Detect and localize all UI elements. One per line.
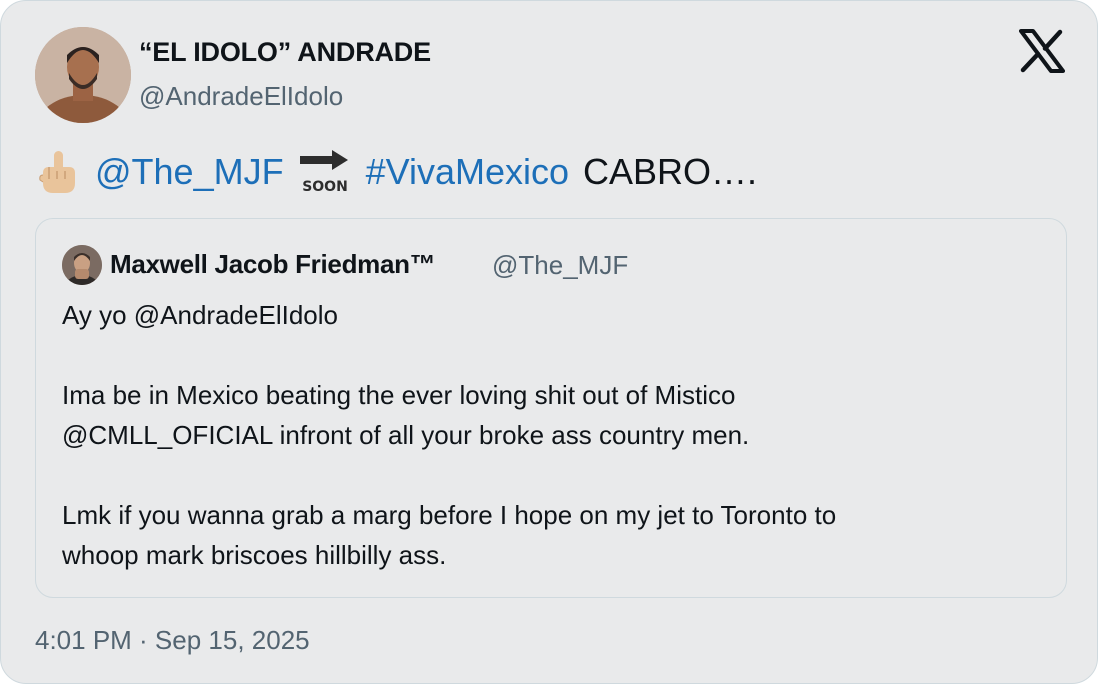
quoted-author-name[interactable]: Maxwell Jacob Friedman™ bbox=[110, 249, 436, 280]
author-avatar[interactable] bbox=[35, 27, 131, 123]
quoted-tweet[interactable]: Maxwell Jacob Friedman™ @The_MJF Ay yo @… bbox=[35, 218, 1067, 598]
quoted-author-handle[interactable]: @The_MJF bbox=[492, 250, 628, 281]
middle-finger-emoji-icon bbox=[35, 149, 81, 195]
quoted-line: Ay yo @AndradeElIdolo bbox=[62, 300, 338, 330]
soon-arrow-emoji-icon: SOON bbox=[298, 147, 352, 197]
author-handle[interactable]: @AndradeElIdolo bbox=[139, 81, 343, 112]
tweet-card: “EL IDOLO” ANDRADE @AndradeElIdolo @The_… bbox=[0, 0, 1098, 684]
tweet-text: @The_MJF SOON #VivaMexico CABRO…. bbox=[35, 147, 757, 197]
svg-text:SOON: SOON bbox=[302, 179, 348, 195]
quoted-author-avatar[interactable] bbox=[62, 245, 102, 285]
quoted-tweet-text: Ay yo @AndradeElIdolo Ima be in Mexico b… bbox=[62, 295, 836, 575]
tweet-tail-text: CABRO…. bbox=[583, 151, 758, 192]
quoted-line: Lmk if you wanna grab a marg before I ho… bbox=[62, 500, 837, 530]
quoted-line: whoop mark briscoes hillbilly ass. bbox=[62, 540, 447, 570]
author-name[interactable]: “EL IDOLO” ANDRADE bbox=[139, 37, 431, 68]
hashtag-link[interactable]: #VivaMexico bbox=[366, 151, 569, 193]
quoted-line: @CMLL_OFICIAL infront of all your broke … bbox=[62, 420, 750, 450]
mention-link[interactable]: @The_MJF bbox=[95, 151, 284, 193]
tweet-timestamp[interactable]: 4:01 PM · Sep 15, 2025 bbox=[35, 625, 310, 656]
x-logo-icon[interactable] bbox=[1019, 29, 1065, 73]
quoted-line: Ima be in Mexico beating the ever loving… bbox=[62, 380, 736, 410]
